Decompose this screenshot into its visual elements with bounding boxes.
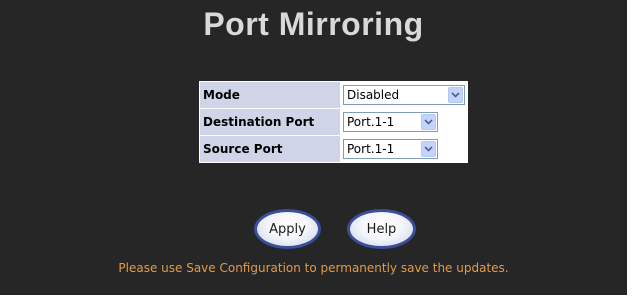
mode-select[interactable]: Disabled <box>343 85 465 105</box>
mode-row: Mode Disabled <box>200 82 467 108</box>
port-mirroring-settings-table: Mode Disabled Destination Port Port.1-1 <box>199 81 468 163</box>
source-port-row: Source Port Port.1-1 <box>200 136 467 162</box>
destination-port-select[interactable]: Port.1-1 <box>343 112 438 132</box>
source-port-select-value: Port.1-1 <box>347 142 395 156</box>
mode-cell: Disabled <box>341 82 467 108</box>
destination-port-row: Destination Port Port.1-1 <box>200 109 467 135</box>
apply-button[interactable]: Apply <box>254 209 321 249</box>
page-title: Port Mirroring <box>203 6 424 42</box>
destination-port-label: Destination Port <box>200 109 340 135</box>
destination-port-cell: Port.1-1 <box>341 109 467 135</box>
destination-port-select-value: Port.1-1 <box>347 115 395 129</box>
help-button[interactable]: Help <box>347 209 416 249</box>
source-port-select[interactable]: Port.1-1 <box>343 139 438 159</box>
source-port-label: Source Port <box>200 136 340 162</box>
mode-label: Mode <box>200 82 340 108</box>
chevron-down-icon[interactable] <box>421 114 436 130</box>
mode-select-value: Disabled <box>347 88 400 102</box>
save-configuration-note: Please use Save Configuration to permane… <box>118 261 509 275</box>
chevron-down-icon[interactable] <box>448 87 463 103</box>
source-port-cell: Port.1-1 <box>341 136 467 162</box>
content-panel: Port Mirroring Mode Disabled Destination… <box>0 0 627 295</box>
chevron-down-icon[interactable] <box>421 141 436 157</box>
